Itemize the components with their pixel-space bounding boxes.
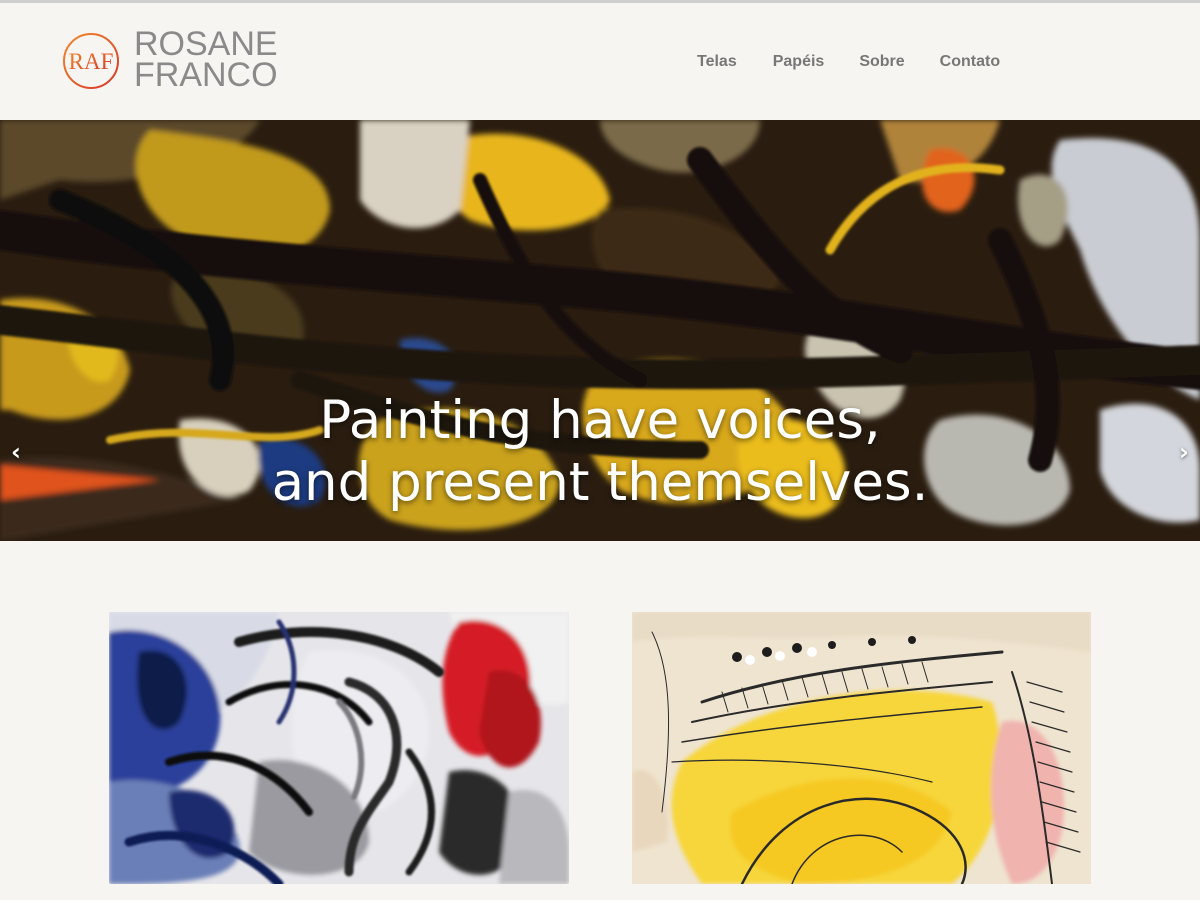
nav-item-papeis[interactable]: Papéis bbox=[773, 53, 825, 71]
hero-slider: Painting have voices, and present themse… bbox=[0, 120, 1200, 541]
drawing-thumbnail bbox=[632, 612, 1091, 884]
chevron-right-icon[interactable]: › bbox=[1174, 438, 1194, 466]
monogram-text: RAF bbox=[69, 49, 114, 74]
logo-link[interactable]: RAF ROSANE FRANCO bbox=[62, 27, 302, 95]
nav-item-contato[interactable]: Contato bbox=[940, 53, 1000, 71]
abstract-painting-thumbnail bbox=[109, 612, 569, 884]
chevron-left-icon[interactable]: ‹ bbox=[6, 438, 26, 466]
gallery-item-1[interactable] bbox=[109, 612, 569, 884]
nav-item-sobre[interactable]: Sobre bbox=[859, 53, 904, 71]
site-header: RAF ROSANE FRANCO Telas Papéis Sobre Con… bbox=[0, 3, 1200, 120]
raf-monogram-logo: RAF bbox=[63, 33, 119, 89]
brand-name: ROSANE FRANCO bbox=[134, 27, 278, 94]
gallery-item-2[interactable] bbox=[632, 612, 1091, 884]
hero-headline-line1: Painting have voices, bbox=[319, 390, 881, 451]
hero-headline: Painting have voices, and present themse… bbox=[0, 390, 1200, 514]
hero-headline-line2: and present themselves. bbox=[271, 452, 929, 513]
nav-item-telas[interactable]: Telas bbox=[697, 53, 737, 71]
brand-name-line2: FRANCO bbox=[134, 56, 278, 94]
main-nav: Telas Papéis Sobre Contato bbox=[697, 53, 1000, 71]
